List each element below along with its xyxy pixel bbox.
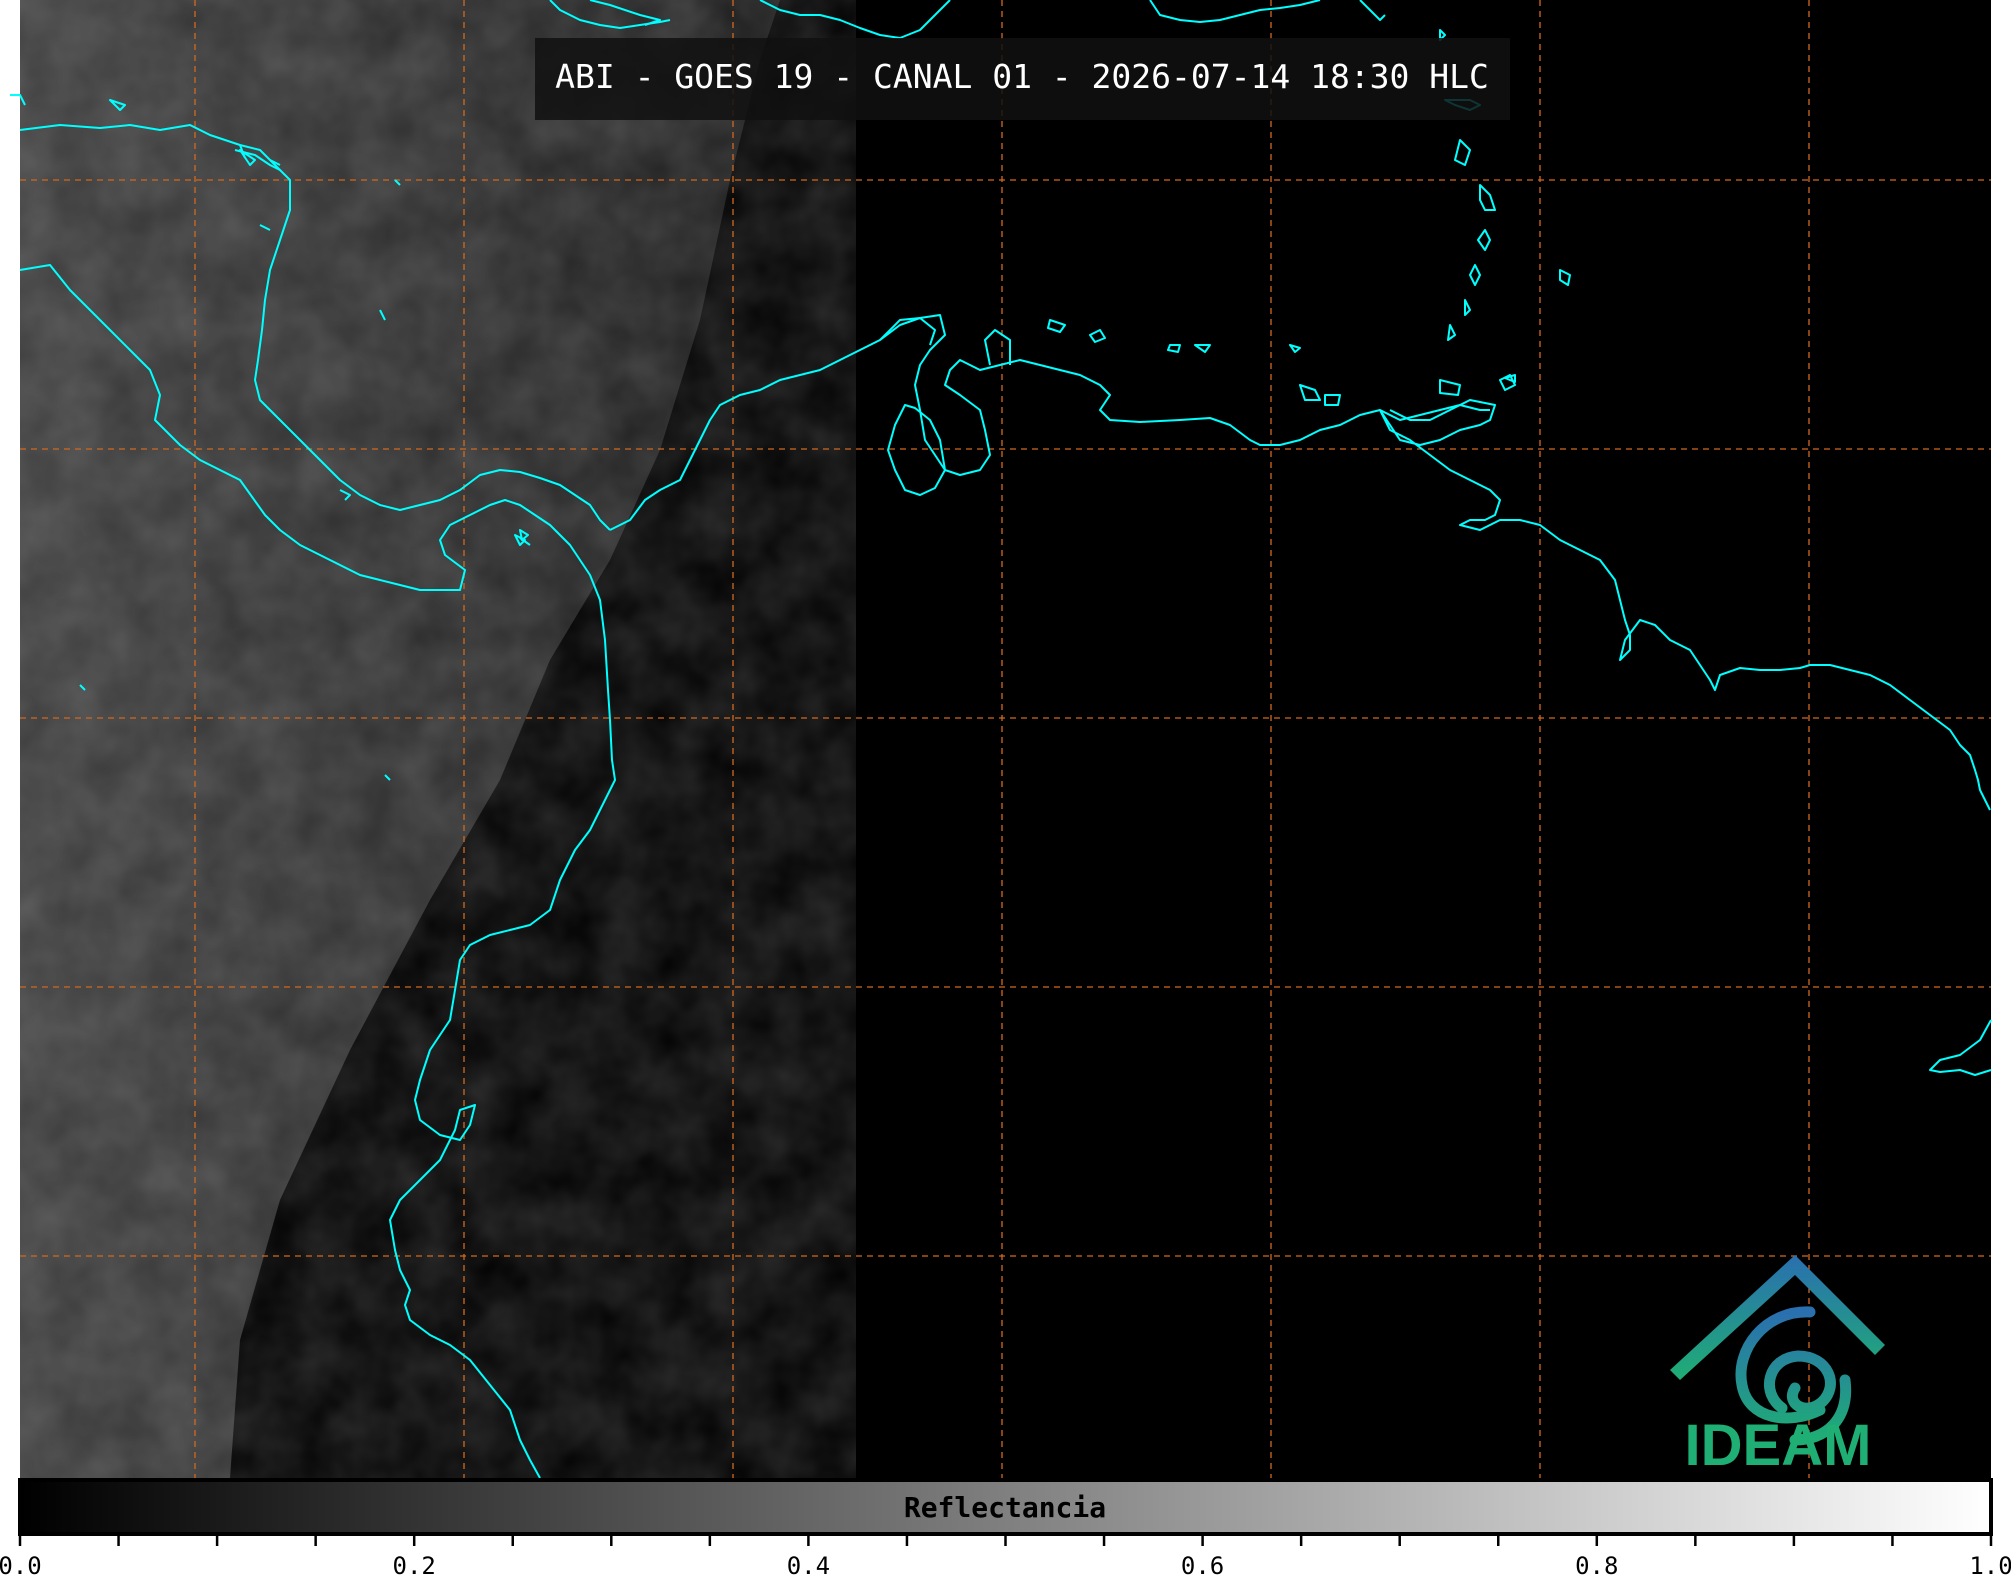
colorbar-tick-label: 0.0	[0, 1552, 42, 1577]
colorbar-tick-label: 1.0	[1969, 1552, 2011, 1577]
colorbar: Reflectancia 0.0 0.2 0.4 0.6 0.8 1.0	[0, 1478, 2011, 1577]
colorbar-tick-label: 0.4	[787, 1552, 830, 1577]
map-panel: ABI - GOES 19 - CANAL 01 - 2026-07-14 18…	[10, 0, 1992, 1479]
colorbar-label: Reflectancia	[904, 1491, 1106, 1524]
title-box: ABI - GOES 19 - CANAL 01 - 2026-07-14 18…	[535, 38, 1510, 120]
colorbar-ticks: 0.0 0.2 0.4 0.6 0.8 1.0	[0, 1534, 2011, 1577]
logo-text: IDEAM	[1685, 1413, 1872, 1478]
map-title: ABI - GOES 19 - CANAL 01 - 2026-07-14 18…	[555, 57, 1489, 96]
colorbar-tick-label: 0.6	[1181, 1552, 1224, 1577]
satellite-map: ABI - GOES 19 - CANAL 01 - 2026-07-14 18…	[0, 0, 2011, 1577]
colorbar-tick-label: 0.2	[393, 1552, 436, 1577]
colorbar-tick-label: 0.8	[1575, 1552, 1618, 1577]
